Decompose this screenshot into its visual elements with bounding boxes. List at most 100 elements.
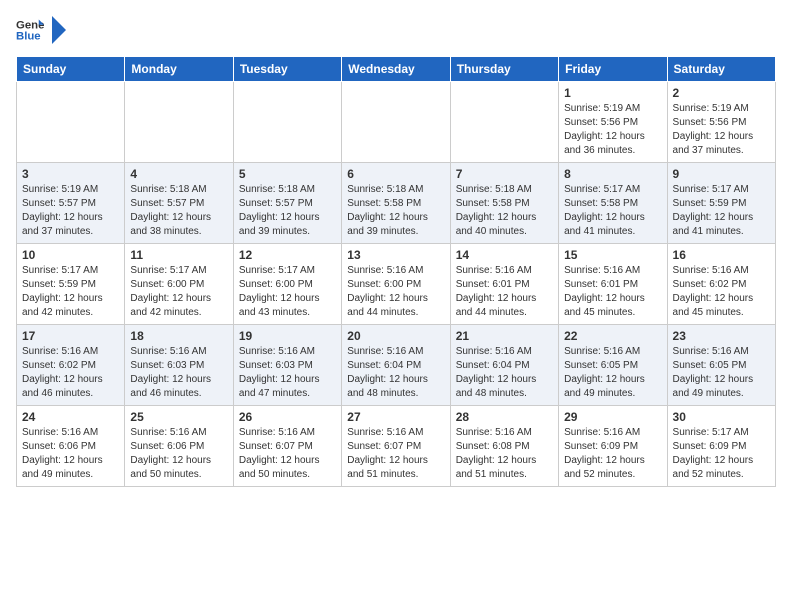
- day-info: Sunrise: 5:16 AM Sunset: 6:03 PM Dayligh…: [130, 345, 227, 401]
- day-info: Sunrise: 5:16 AM Sunset: 6:07 PM Dayligh…: [347, 426, 444, 482]
- day-number: 5: [239, 167, 336, 181]
- calendar-day-cell: 24 Sunrise: 5:16 AM Sunset: 6:06 PM Dayli…: [17, 406, 125, 487]
- day-info: Sunrise: 5:18 AM Sunset: 5:58 PM Dayligh…: [456, 183, 553, 239]
- day-number: 2: [673, 86, 770, 100]
- day-info: Sunrise: 5:17 AM Sunset: 6:00 PM Dayligh…: [130, 264, 227, 320]
- calendar-day-cell: 25Sunrise: 5:16 AM Sunset: 6:06 PM Dayli…: [125, 406, 233, 487]
- calendar-day-cell: 16 Sunrise: 5:16 AM Sunset: 6:02 PM Dayli…: [667, 244, 775, 325]
- day-info: Sunrise: 5:16 AM Sunset: 6:07 PM Dayligh…: [239, 426, 336, 482]
- day-number: 16: [673, 248, 770, 262]
- calendar-day-cell: 15 Sunrise: 5:16 AM Sunset: 6:01 PM Dayli…: [559, 244, 667, 325]
- day-info: Sunrise: 5:18 AM Sunset: 5:58 PM Dayligh…: [347, 183, 444, 239]
- calendar-week-row: 17Sunrise: 5:16 AM Sunset: 6:02 PM Dayli…: [17, 325, 776, 406]
- page-header: General Blue: [16, 16, 776, 44]
- calendar-week-row: 3 Sunrise: 5:19 AM Sunset: 5:57 PM Daylig…: [17, 163, 776, 244]
- day-number: 9: [673, 167, 770, 181]
- calendar-day-cell: [125, 82, 233, 163]
- day-info: Sunrise: 5:17 AM Sunset: 5:58 PM Dayligh…: [564, 183, 661, 239]
- calendar-day-cell: 6 Sunrise: 5:18 AM Sunset: 5:58 PM Daylig…: [342, 163, 450, 244]
- day-info: Sunrise: 5:16 AM Sunset: 6:01 PM Dayligh…: [564, 264, 661, 320]
- day-info: Sunrise: 5:17 AM Sunset: 5:59 PM Dayligh…: [22, 264, 119, 320]
- day-info: Sunrise: 5:17 AM Sunset: 6:00 PM Dayligh…: [239, 264, 336, 320]
- day-info: Sunrise: 5:16 AM Sunset: 6:05 PM Dayligh…: [564, 345, 661, 401]
- day-number: 30: [673, 410, 770, 424]
- day-number: 1: [564, 86, 661, 100]
- logo: General Blue: [16, 16, 66, 44]
- calendar-table: SundayMondayTuesdayWednesdayThursdayFrid…: [16, 56, 776, 487]
- calendar-day-cell: 23Sunrise: 5:16 AM Sunset: 6:05 PM Dayli…: [667, 325, 775, 406]
- calendar-day-cell: 28Sunrise: 5:16 AM Sunset: 6:08 PM Dayli…: [450, 406, 558, 487]
- day-number: 18: [130, 329, 227, 343]
- calendar-week-row: 24 Sunrise: 5:16 AM Sunset: 6:06 PM Dayli…: [17, 406, 776, 487]
- day-info: Sunrise: 5:16 AM Sunset: 6:08 PM Dayligh…: [456, 426, 553, 482]
- calendar-day-cell: 8Sunrise: 5:17 AM Sunset: 5:58 PM Daylig…: [559, 163, 667, 244]
- day-number: 7: [456, 167, 553, 181]
- calendar-header-row: SundayMondayTuesdayWednesdayThursdayFrid…: [17, 57, 776, 82]
- day-info: Sunrise: 5:16 AM Sunset: 6:03 PM Dayligh…: [239, 345, 336, 401]
- calendar-week-row: 1 Sunrise: 5:19 AM Sunset: 5:56 PM Daylig…: [17, 82, 776, 163]
- calendar-day-cell: 10 Sunrise: 5:17 AM Sunset: 5:59 PM Dayli…: [17, 244, 125, 325]
- calendar-day-cell: 7 Sunrise: 5:18 AM Sunset: 5:58 PM Daylig…: [450, 163, 558, 244]
- day-number: 27: [347, 410, 444, 424]
- calendar-day-cell: 19 Sunrise: 5:16 AM Sunset: 6:03 PM Dayli…: [233, 325, 341, 406]
- day-number: 10: [22, 248, 119, 262]
- calendar-day-cell: [450, 82, 558, 163]
- day-info: Sunrise: 5:16 AM Sunset: 6:04 PM Dayligh…: [456, 345, 553, 401]
- day-number: 22: [564, 329, 661, 343]
- calendar-day-cell: [342, 82, 450, 163]
- day-info: Sunrise: 5:19 AM Sunset: 5:56 PM Dayligh…: [673, 102, 770, 158]
- day-info: Sunrise: 5:19 AM Sunset: 5:57 PM Dayligh…: [22, 183, 119, 239]
- calendar-day-cell: 1 Sunrise: 5:19 AM Sunset: 5:56 PM Daylig…: [559, 82, 667, 163]
- day-number: 24: [22, 410, 119, 424]
- calendar-day-header: Saturday: [667, 57, 775, 82]
- calendar-day-cell: 13Sunrise: 5:16 AM Sunset: 6:00 PM Dayli…: [342, 244, 450, 325]
- day-info: Sunrise: 5:16 AM Sunset: 6:00 PM Dayligh…: [347, 264, 444, 320]
- day-info: Sunrise: 5:17 AM Sunset: 5:59 PM Dayligh…: [673, 183, 770, 239]
- day-info: Sunrise: 5:19 AM Sunset: 5:56 PM Dayligh…: [564, 102, 661, 158]
- calendar-day-cell: 18 Sunrise: 5:16 AM Sunset: 6:03 PM Dayli…: [125, 325, 233, 406]
- calendar-day-cell: 14 Sunrise: 5:16 AM Sunset: 6:01 PM Dayli…: [450, 244, 558, 325]
- calendar-day-cell: 12 Sunrise: 5:17 AM Sunset: 6:00 PM Dayli…: [233, 244, 341, 325]
- calendar-day-cell: [233, 82, 341, 163]
- day-info: Sunrise: 5:16 AM Sunset: 6:06 PM Dayligh…: [22, 426, 119, 482]
- calendar-day-cell: 9 Sunrise: 5:17 AM Sunset: 5:59 PM Daylig…: [667, 163, 775, 244]
- day-number: 20: [347, 329, 444, 343]
- calendar-day-cell: 30 Sunrise: 5:17 AM Sunset: 6:09 PM Dayli…: [667, 406, 775, 487]
- day-number: 3: [22, 167, 119, 181]
- day-number: 11: [130, 248, 227, 262]
- day-number: 4: [130, 167, 227, 181]
- calendar-day-cell: 29 Sunrise: 5:16 AM Sunset: 6:09 PM Dayli…: [559, 406, 667, 487]
- calendar-day-cell: [17, 82, 125, 163]
- calendar-day-header: Sunday: [17, 57, 125, 82]
- calendar-day-cell: 5 Sunrise: 5:18 AM Sunset: 5:57 PM Daylig…: [233, 163, 341, 244]
- calendar-day-cell: 22 Sunrise: 5:16 AM Sunset: 6:05 PM Dayli…: [559, 325, 667, 406]
- calendar-day-cell: 17Sunrise: 5:16 AM Sunset: 6:02 PM Dayli…: [17, 325, 125, 406]
- day-number: 17: [22, 329, 119, 343]
- day-number: 19: [239, 329, 336, 343]
- day-number: 6: [347, 167, 444, 181]
- calendar-day-header: Friday: [559, 57, 667, 82]
- day-info: Sunrise: 5:17 AM Sunset: 6:09 PM Dayligh…: [673, 426, 770, 482]
- day-number: 23: [673, 329, 770, 343]
- day-number: 29: [564, 410, 661, 424]
- day-number: 12: [239, 248, 336, 262]
- logo-icon: General Blue: [16, 16, 44, 44]
- calendar-day-cell: 11 Sunrise: 5:17 AM Sunset: 6:00 PM Dayli…: [125, 244, 233, 325]
- day-info: Sunrise: 5:16 AM Sunset: 6:02 PM Dayligh…: [673, 264, 770, 320]
- day-number: 26: [239, 410, 336, 424]
- calendar-day-header: Wednesday: [342, 57, 450, 82]
- day-info: Sunrise: 5:16 AM Sunset: 6:04 PM Dayligh…: [347, 345, 444, 401]
- svg-text:Blue: Blue: [16, 31, 41, 43]
- calendar-day-header: Thursday: [450, 57, 558, 82]
- day-number: 14: [456, 248, 553, 262]
- day-info: Sunrise: 5:16 AM Sunset: 6:01 PM Dayligh…: [456, 264, 553, 320]
- day-number: 15: [564, 248, 661, 262]
- day-number: 21: [456, 329, 553, 343]
- calendar-day-cell: 26 Sunrise: 5:16 AM Sunset: 6:07 PM Dayli…: [233, 406, 341, 487]
- day-info: Sunrise: 5:16 AM Sunset: 6:09 PM Dayligh…: [564, 426, 661, 482]
- calendar-day-cell: 20 Sunrise: 5:16 AM Sunset: 6:04 PM Dayli…: [342, 325, 450, 406]
- calendar-day-header: Monday: [125, 57, 233, 82]
- calendar-day-cell: 4Sunrise: 5:18 AM Sunset: 5:57 PM Daylig…: [125, 163, 233, 244]
- day-info: Sunrise: 5:18 AM Sunset: 5:57 PM Dayligh…: [239, 183, 336, 239]
- calendar-day-cell: 27 Sunrise: 5:16 AM Sunset: 6:07 PM Dayli…: [342, 406, 450, 487]
